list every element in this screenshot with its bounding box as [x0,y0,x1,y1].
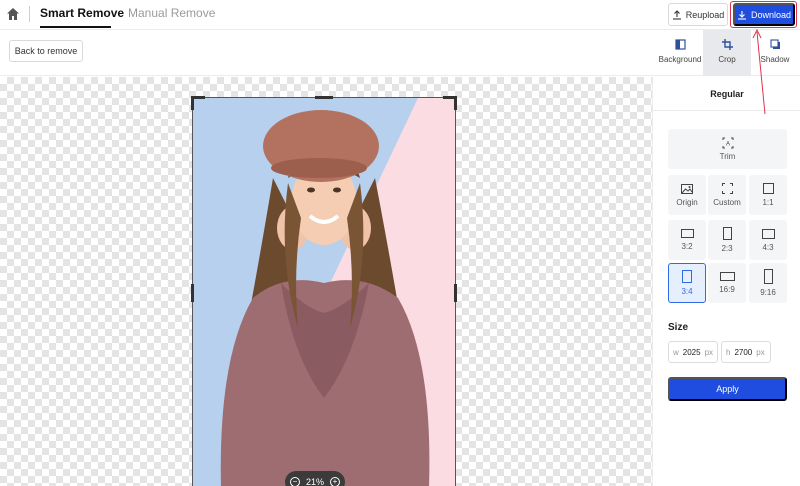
ratio-1-1-label: 1:1 [762,198,774,207]
tool-crop[interactable]: Crop [703,30,751,76]
custom-crop-icon [721,183,733,194]
tab-manual-remove[interactable]: Manual Remove [128,6,215,20]
upload-icon [672,9,681,20]
download-icon [737,10,746,20]
landscape-icon [761,228,775,239]
shadow-icon [769,39,780,49]
size-heading: Size [668,322,689,333]
divider [29,6,30,22]
trim-label: Trim [719,152,736,161]
tool-shadow-label: Shadow [760,55,790,64]
back-to-remove-button[interactable]: Back to remove [9,40,83,62]
tool-crop-label: Crop [718,55,736,64]
height-unit: px [756,347,765,357]
trim-button[interactable]: A Trim [668,129,787,169]
image-icon [681,183,693,194]
download-label: Download [750,9,792,20]
width-prefix: w [673,347,679,357]
top-bar: Smart Remove Manual Remove Reupload Down… [0,0,800,30]
ratio-3-4[interactable]: 3:4 [668,263,706,303]
reupload-label: Reupload [685,9,725,20]
active-tab-underline [40,26,111,28]
ratio-16-9-label: 16:9 [719,285,735,294]
widescreen-icon [719,272,735,281]
ratio-4-3-label: 4:3 [762,242,774,252]
trim-icon: A [722,137,733,149]
background-icon [674,39,686,50]
portrait-photo [193,98,455,486]
ratio-origin-label: Origin [676,197,698,207]
height-value[interactable]: 2700 [734,348,752,357]
width-field[interactable]: w 2025 px [668,341,718,363]
ratio-origin[interactable]: Origin [668,175,706,215]
crop-icon [721,39,733,50]
height-prefix: h [726,347,731,357]
apply-button[interactable]: Apply [668,377,787,401]
ratio-9-16[interactable]: 9:16 [749,263,787,303]
zoom-control: − 21% + [285,471,345,486]
reupload-button[interactable]: Reupload [668,3,728,26]
ratio-1-1[interactable]: 1:1 [749,175,787,215]
landscape-icon [680,229,694,238]
tall-portrait-icon [763,269,773,284]
portrait-icon [682,270,692,283]
portrait-icon [722,227,732,240]
toolbar-row: Back to remove Background Crop Shadow [0,30,800,76]
home-icon[interactable] [6,7,20,21]
download-button[interactable]: Download [733,3,795,26]
zoom-in-icon[interactable]: + [330,477,340,486]
ratio-16-9[interactable]: 16:9 [708,263,746,303]
editor-canvas[interactable]: − 21% + [0,77,652,486]
ratio-3-4-label: 3:4 [681,287,693,296]
zoom-level: 21% [305,477,324,486]
panel-mode-title[interactable]: Regular [653,77,800,111]
zoom-out-icon[interactable]: − [289,477,300,486]
svg-text:A: A [725,142,729,148]
crop-panel: Regular A Trim Origin Custom 1:1 3:2 2:3… [652,77,800,486]
ratio-3-2-label: 3:2 [681,242,693,251]
ratio-4-3[interactable]: 4:3 [749,220,787,260]
ratio-9-16-label: 9:16 [760,288,776,297]
width-value[interactable]: 2025 [683,348,701,357]
width-unit: px [704,347,714,357]
tool-background-label: Background [658,55,702,64]
ratio-2-3[interactable]: 2:3 [708,220,746,260]
height-field[interactable]: h 2700 px [721,341,771,363]
ratio-custom-label: Custom [713,198,741,207]
ratio-custom[interactable]: Custom [708,175,746,215]
ratio-2-3-label: 2:3 [721,244,733,253]
tool-background[interactable]: Background [656,30,704,76]
tab-smart-remove[interactable]: Smart Remove [40,6,124,20]
tool-shadow[interactable]: Shadow [751,30,799,76]
square-icon [762,183,774,194]
ratio-3-2[interactable]: 3:2 [668,220,706,260]
